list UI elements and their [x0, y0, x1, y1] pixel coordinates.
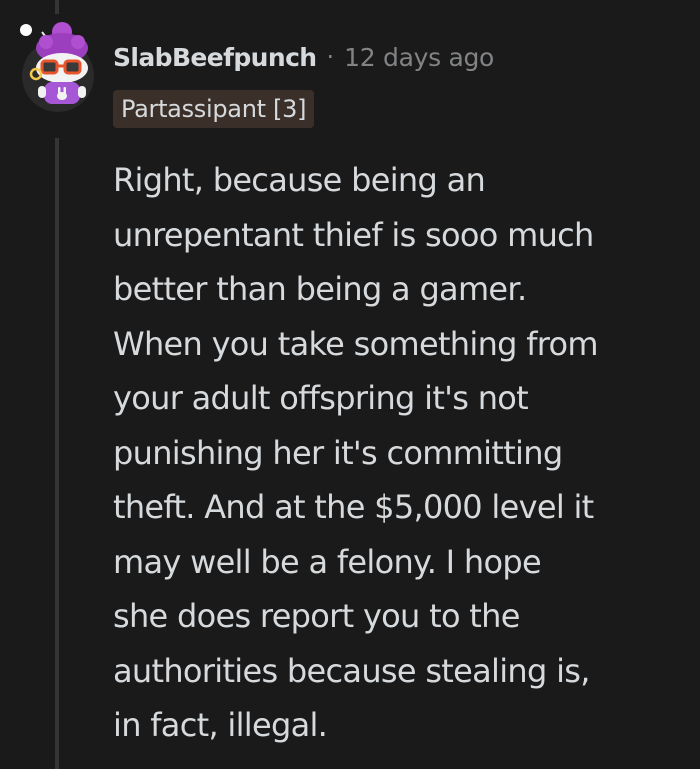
comment: SlabBeefpunch · 12 days ago Partassipant… — [0, 0, 700, 769]
username-link[interactable]: SlabBeefpunch — [113, 43, 317, 72]
comment-line: Right, because being an — [113, 161, 486, 199]
comment-meta: SlabBeefpunch · 12 days ago — [113, 38, 494, 76]
timestamp-link[interactable]: 12 days ago — [344, 43, 494, 72]
comment-line: may well be a felony. I hope — [113, 542, 542, 581]
comment-line: When you take something from — [113, 324, 599, 363]
comment-line: in fact, illegal. — [113, 706, 328, 744]
comment-line: authorities because stealing is, — [113, 651, 590, 690]
thread-line[interactable] — [55, 0, 59, 14]
meta-separator: · — [326, 43, 335, 71]
comment-line: better than being a gamer. — [113, 270, 527, 308]
user-flair: Partassipant [3] — [113, 90, 315, 128]
comment-line: unrepentant thief is sooo much — [113, 215, 594, 254]
snoo-avatar-icon — [20, 22, 94, 112]
comment-body: Right, because being an unrepentant thie… — [113, 153, 683, 753]
thread-line[interactable] — [55, 138, 59, 769]
comment-line: theft. And at the $5,000 level it — [113, 488, 594, 526]
comment-line: your adult offspring it's not — [113, 379, 529, 417]
comment-line: she does report you to the — [113, 597, 520, 635]
comment-line: punishing her it's committing — [113, 433, 563, 472]
user-avatar[interactable] — [18, 18, 94, 114]
